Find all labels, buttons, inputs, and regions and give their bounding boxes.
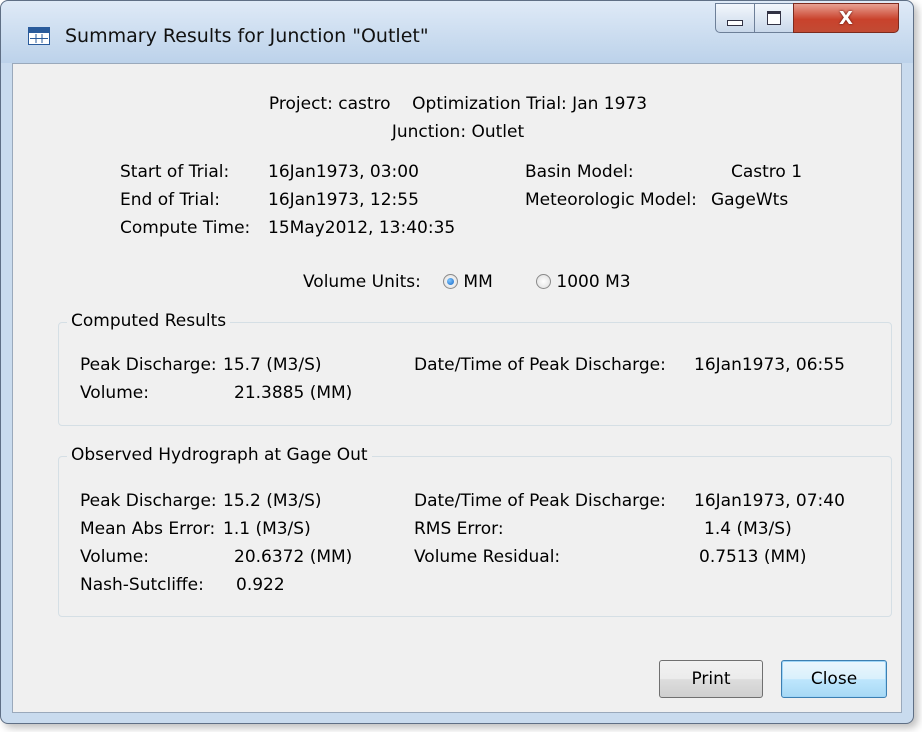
close-icon: X <box>839 7 853 29</box>
computed-results-group: Computed Results Peak Discharge: 15.7 (M… <box>58 311 892 426</box>
observed-peak-time-label: Date/Time of Peak Discharge: <box>414 491 666 511</box>
basin-label: Basin Model: <box>525 162 634 182</box>
observed-mae-label: Mean Abs Error: <box>80 519 216 539</box>
observed-hydrograph-title: Observed Hydrograph at Gage Out <box>67 445 372 465</box>
observed-peak-time-value: 16Jan1973, 07:40 <box>694 491 845 511</box>
project-line: Project: castro Optimization Trial: Jan … <box>13 94 903 114</box>
computed-peak-time-value: 16Jan1973, 06:55 <box>694 355 845 375</box>
computed-peak-label: Peak Discharge: <box>80 355 217 375</box>
minimize-button[interactable] <box>715 3 755 33</box>
close-button[interactable]: Close <box>781 660 887 698</box>
observed-nash-label: Nash-Sutcliffe: <box>80 575 204 595</box>
observed-peak-label: Peak Discharge: <box>80 491 217 511</box>
close-window-button[interactable]: X <box>793 3 899 33</box>
computed-volume-value: 21.3885 (MM) <box>234 383 353 403</box>
observed-peak-value: 15.2 (M3/S) <box>223 491 322 511</box>
observed-rms-label: RMS Error: <box>414 519 504 539</box>
observed-mae-value: 1.1 (M3/S) <box>223 519 311 539</box>
compute-value: 15May2012, 13:40:35 <box>268 218 456 238</box>
end-label: End of Trial: <box>120 190 220 210</box>
radio-unselected-icon <box>536 274 551 289</box>
observed-volume-value: 20.6372 (MM) <box>234 547 353 567</box>
met-label: Meteorologic Model: <box>525 190 697 210</box>
observed-volume-label: Volume: <box>80 547 149 567</box>
observed-residual-value: 0.7513 (MM) <box>699 547 807 567</box>
maximize-icon <box>767 11 781 25</box>
start-value: 16Jan1973, 03:00 <box>268 162 419 182</box>
observed-nash-value: 0.922 <box>236 575 285 595</box>
start-label: Start of Trial: <box>120 162 230 182</box>
radio-selected-icon <box>443 274 458 289</box>
volume-units-label: Volume Units: <box>303 272 421 292</box>
radio-mm-label: MM <box>463 272 493 292</box>
junction-text: Junction: Outlet <box>391 122 525 142</box>
title-bar[interactable]: Summary Results for Junction "Outlet" X <box>1 1 913 63</box>
observed-hydrograph-group: Observed Hydrograph at Gage Out Peak Dis… <box>58 445 892 617</box>
computed-volume-label: Volume: <box>80 383 149 403</box>
radio-mm[interactable]: MM <box>443 272 493 292</box>
computed-results-title: Computed Results <box>67 311 231 331</box>
met-value: GageWts <box>711 190 789 210</box>
window-title: Summary Results for Junction "Outlet" <box>65 25 429 47</box>
observed-rms-value: 1.4 (M3/S) <box>704 519 792 539</box>
end-value: 16Jan1973, 12:55 <box>268 190 419 210</box>
summary-results-window: Summary Results for Junction "Outlet" X … <box>0 0 914 724</box>
basin-value: Castro 1 <box>731 162 803 182</box>
trial-text: Optimization Trial: Jan 1973 <box>412 94 648 114</box>
radio-1000m3-label: 1000 M3 <box>556 272 631 292</box>
dialog-content: Project: castro Optimization Trial: Jan … <box>12 63 902 713</box>
compute-label: Compute Time: <box>120 218 251 238</box>
table-icon <box>28 27 50 45</box>
minimize-icon <box>727 20 743 26</box>
print-button[interactable]: Print <box>659 660 763 698</box>
computed-peak-time-label: Date/Time of Peak Discharge: <box>414 355 666 375</box>
radio-1000m3[interactable]: 1000 M3 <box>536 272 631 292</box>
project-text: Project: castro <box>268 94 391 114</box>
observed-residual-label: Volume Residual: <box>414 547 561 567</box>
maximize-button[interactable] <box>754 3 794 33</box>
computed-peak-value: 15.7 (M3/S) <box>223 355 322 375</box>
